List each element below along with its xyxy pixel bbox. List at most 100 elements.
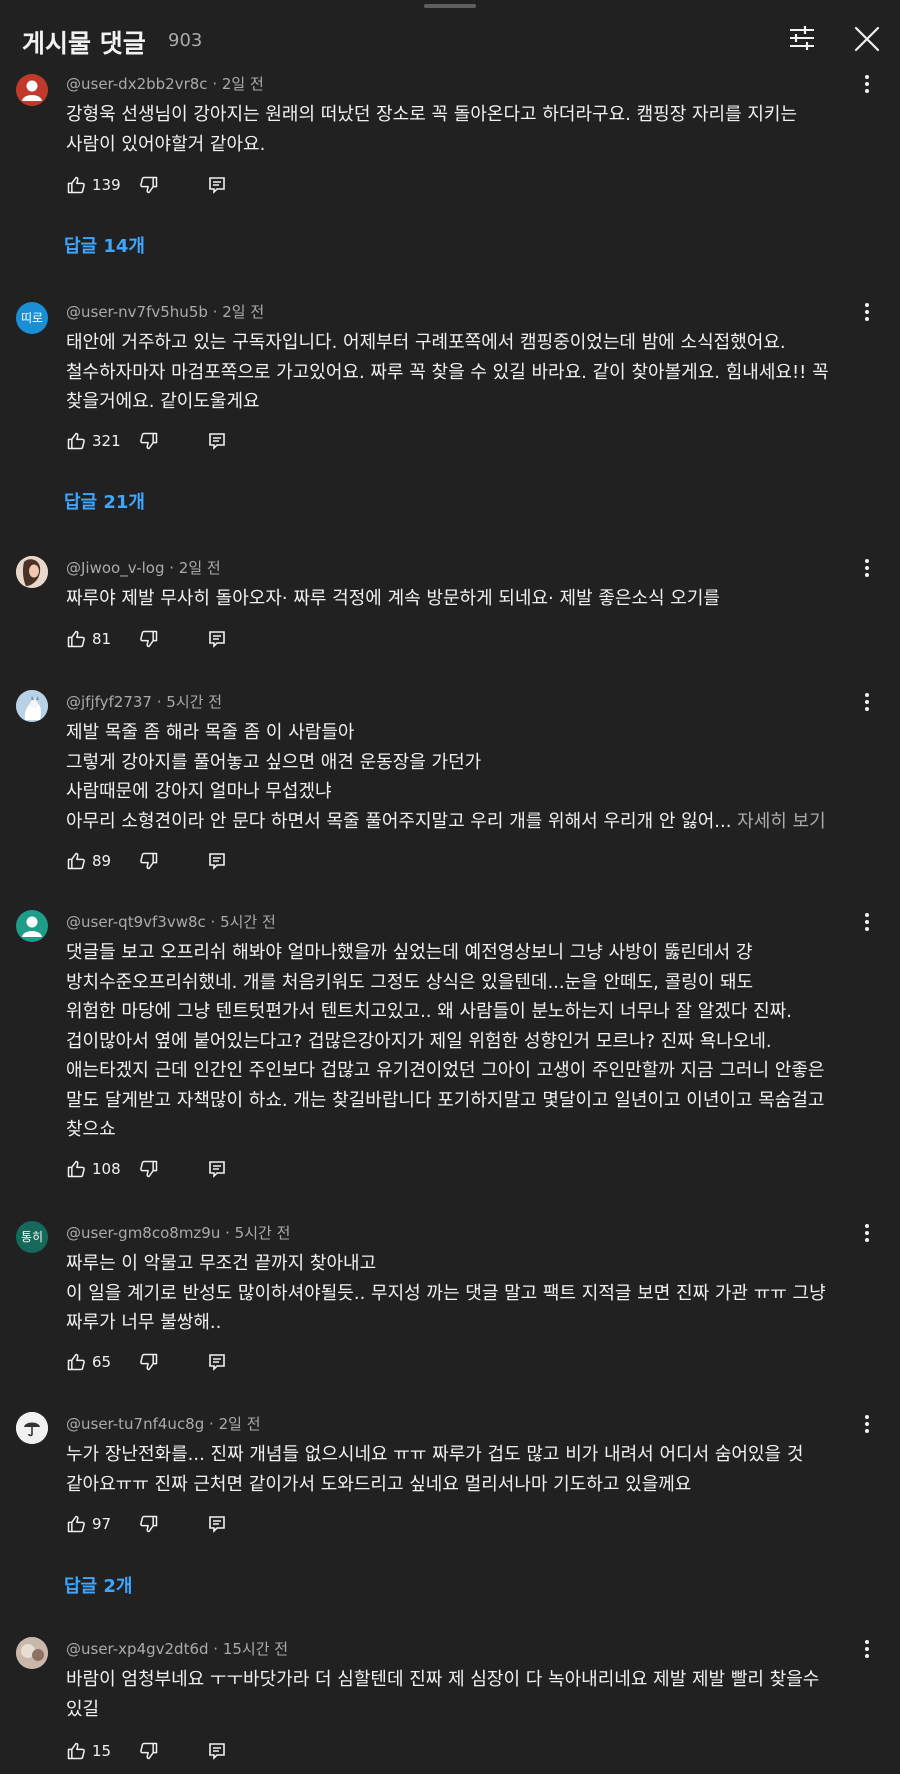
comment-menu-button[interactable] <box>858 1223 876 1243</box>
reply-button[interactable] <box>208 628 226 650</box>
comment-author[interactable]: @user-dx2bb2vr8c · 2일 전 <box>66 73 264 94</box>
avatar[interactable]: 통히 <box>16 1221 48 1253</box>
comment-text: 태안에 거주하고 있는 구독자입니다. 어제부터 구례포쪽에서 캠핑중이었는데 … <box>66 328 856 417</box>
dislike-button[interactable] <box>139 1158 159 1180</box>
author-handle[interactable]: @user-tu7nf4uc8g <box>66 1415 204 1433</box>
thumbs-down-icon <box>140 852 158 870</box>
close-button[interactable] <box>852 24 882 54</box>
comment-line: 누가 장난전화를... 진짜 개념들 없으시네요 ㅠㅠ 짜루가 겁도 많고 비가… <box>66 1444 804 1465</box>
author-handle[interactable]: @user-xp4gv2dt6d <box>66 1640 209 1658</box>
comment-line: 그렇게 강아지를 풀어놓고 싶으면 애견 운동장을 가던가 <box>66 751 482 773</box>
comment-menu-button[interactable] <box>858 1414 876 1434</box>
reply-button[interactable] <box>208 1740 226 1762</box>
comment-actions: 108 <box>66 1158 466 1182</box>
cat-avatar-icon <box>16 690 48 722</box>
comment-line: 찾을거에요. 같이도울게요 <box>66 391 260 412</box>
reply-button[interactable] <box>208 174 226 196</box>
comment-text: 댓글들 보고 오프리쉬 해봐야 얼마나했을까 싶었는데 예전영상보니 그냥 사방… <box>66 938 856 1145</box>
like-button[interactable]: 97 <box>66 1513 111 1535</box>
comment-time: 5시간 전 <box>166 693 222 711</box>
thumbs-up-icon <box>67 432 85 450</box>
comment-author[interactable]: @user-qt9vf3vw8c · 5시간 전 <box>66 911 276 932</box>
like-button[interactable]: 15 <box>66 1740 111 1762</box>
thumbs-down-icon <box>140 630 158 648</box>
avatar[interactable]: 띠로 <box>16 302 48 334</box>
like-count: 139 <box>92 176 121 194</box>
photo-avatar-icon <box>16 556 48 588</box>
like-button[interactable]: 139 <box>66 174 121 196</box>
comment-line: 짜루야 제발 무사히 돌아오자· 짜루 걱정에 계속 방문하게 되네요· 제발 … <box>66 588 720 609</box>
like-button[interactable]: 321 <box>66 430 121 452</box>
comment-menu-button[interactable] <box>858 558 876 578</box>
thumbs-down-icon <box>140 1160 158 1178</box>
comment-line: 같아요ㅠㅠ 진짜 근처면 같이가서 도와드리고 싶네요 멀리서나마 기도하고 있… <box>66 1473 692 1495</box>
like-button[interactable]: 65 <box>66 1351 111 1373</box>
comment-author[interactable]: @user-nv7fv5hu5b · 2일 전 <box>66 301 264 322</box>
reply-comment-icon <box>209 853 225 870</box>
comment-menu-button[interactable] <box>858 302 876 322</box>
reply-button[interactable] <box>208 1513 226 1535</box>
avatar[interactable] <box>16 1412 48 1444</box>
author-handle[interactable]: @Jiwoo_v-log <box>66 559 164 577</box>
reply-button[interactable] <box>208 430 226 452</box>
comment-menu-button[interactable] <box>858 1639 876 1659</box>
thumbs-down-icon <box>140 432 158 450</box>
like-button[interactable]: 108 <box>66 1158 121 1180</box>
like-button[interactable]: 81 <box>66 628 111 650</box>
comment-line: 댓글들 보고 오프리쉬 해봐야 얼마나했을까 싶었는데 예전영상보니 그냥 사방… <box>66 942 753 963</box>
like-button[interactable]: 89 <box>66 850 111 872</box>
comment-line: 말도 달게받고 자책많이 하쇼. 개는 찾길바랍니다 포기하지말고 몇달이고 일… <box>66 1089 825 1111</box>
reply-comment-icon <box>209 1161 225 1178</box>
comment-author[interactable]: @user-tu7nf4uc8g · 2일 전 <box>66 1413 261 1434</box>
drag-handle[interactable] <box>424 4 476 8</box>
comment-actions: 15 <box>66 1740 466 1764</box>
comment-author[interactable]: @user-xp4gv2dt6d · 15시간 전 <box>66 1638 288 1659</box>
view-replies-link[interactable]: 답글 14개 <box>64 232 145 258</box>
author-handle[interactable]: @user-qt9vf3vw8c <box>66 913 206 931</box>
dislike-button[interactable] <box>139 430 159 452</box>
author-handle[interactable]: @user-dx2bb2vr8c <box>66 75 208 93</box>
comment-line: 애는타겠지 근데 인간인 주인보다 겁많고 유기견이었던 그아이 고생이 주인만… <box>66 1060 825 1081</box>
author-handle[interactable]: @user-gm8co8mz9u <box>66 1224 220 1242</box>
view-replies-link[interactable]: 답글 21개 <box>64 488 145 514</box>
reply-button[interactable] <box>208 850 226 872</box>
comment-author[interactable]: @jfjfyf2737 · 5시간 전 <box>66 691 222 712</box>
dislike-button[interactable] <box>139 1513 159 1535</box>
sheet-header: 게시물 댓글 903 <box>0 0 900 74</box>
comment-author[interactable]: @Jiwoo_v-log · 2일 전 <box>66 557 221 578</box>
comment-line: 이 일을 계기로 반성도 많이하셔야될듯.. 무지성 까는 댓글 말고 팩트 지… <box>66 1282 826 1304</box>
reply-button[interactable] <box>208 1351 226 1373</box>
comment-text: 짜루야 제발 무사히 돌아오자· 짜루 걱정에 계속 방문하게 되네요· 제발 … <box>66 584 856 614</box>
thumbs-up-icon <box>67 630 85 648</box>
reply-comment-icon <box>209 177 225 194</box>
read-more-link[interactable]: 자세히 보기 <box>737 811 826 832</box>
avatar[interactable] <box>16 1637 48 1669</box>
dislike-button[interactable] <box>139 850 159 872</box>
avatar[interactable] <box>16 556 48 588</box>
view-replies-link[interactable]: 답글 2개 <box>64 1572 132 1598</box>
comment-actions: 321 <box>66 430 466 454</box>
comment-menu-button[interactable] <box>858 74 876 94</box>
comment-author[interactable]: @user-gm8co8mz9u · 5시간 전 <box>66 1222 290 1243</box>
thumbs-down-icon <box>140 1742 158 1760</box>
comment-line: 태안에 거주하고 있는 구독자입니다. 어제부터 구례포쪽에서 캠핑중이었는데 … <box>66 332 786 353</box>
truncated-text: 아무리 소형견이라 안 문다 하면서 목줄 풀어주지말고 우리 개를 위해서 우… <box>66 810 732 832</box>
comment-menu-button[interactable] <box>858 692 876 712</box>
dislike-button[interactable] <box>139 1351 159 1373</box>
avatar[interactable] <box>16 910 48 942</box>
comment-time: 2일 전 <box>218 1415 261 1433</box>
author-handle[interactable]: @jfjfyf2737 <box>66 693 152 711</box>
like-count: 81 <box>92 630 112 648</box>
reply-button[interactable] <box>208 1158 226 1180</box>
avatar[interactable] <box>16 690 48 722</box>
thumbs-down-icon <box>140 1353 158 1371</box>
avatar[interactable] <box>16 74 48 106</box>
author-handle[interactable]: @user-nv7fv5hu5b <box>66 303 208 321</box>
thumbs-up-icon <box>67 852 85 870</box>
dislike-button[interactable] <box>139 174 159 196</box>
dislike-button[interactable] <box>139 1740 159 1762</box>
dislike-button[interactable] <box>139 628 159 650</box>
comment-line: 강형욱 선생님이 강아지는 원래의 떠났던 장소로 꼭 돌아온다고 하더라구요.… <box>66 104 798 125</box>
comment-menu-button[interactable] <box>858 912 876 932</box>
sort-filter-button[interactable] <box>788 24 816 52</box>
